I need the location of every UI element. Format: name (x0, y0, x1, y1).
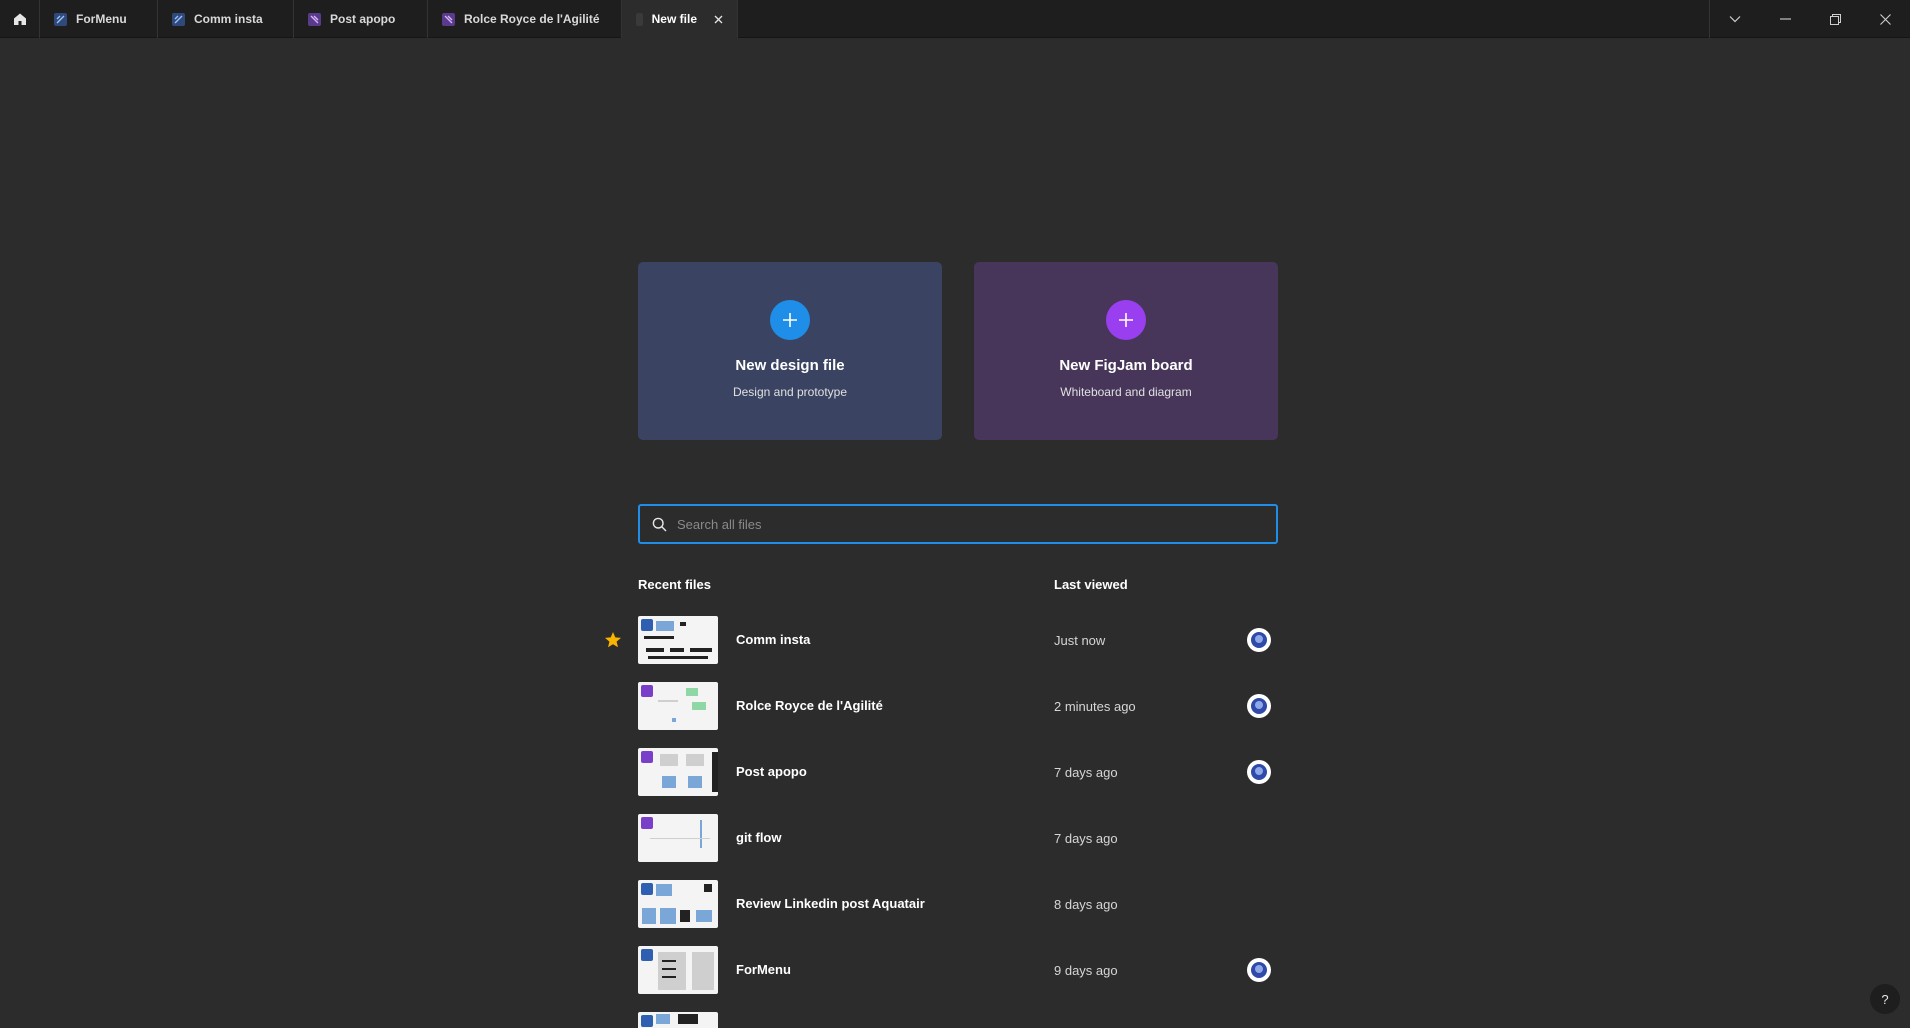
file-row-post-apopo[interactable]: Post apopo 7 days ago (604, 748, 1284, 814)
blank-file-icon (636, 12, 643, 26)
restore-icon (1829, 13, 1841, 25)
create-cards: New design file Design and prototype New… (638, 262, 1278, 440)
design-file-icon (54, 12, 67, 26)
figjam-file-icon (641, 685, 653, 697)
design-file-icon (641, 949, 653, 961)
file-last-viewed: 8 days ago (1054, 897, 1118, 912)
recent-files-header: Recent files Last viewed (638, 577, 1278, 593)
tab-bar-spacer (738, 0, 1709, 37)
file-name: ForMenu (736, 962, 791, 977)
design-file-icon (641, 883, 653, 895)
minimize-button[interactable] (1760, 0, 1810, 38)
tab-label: Rolce Royce de l'Agilité (464, 12, 600, 26)
design-file-icon (172, 12, 185, 26)
file-thumbnail (638, 880, 718, 928)
plus-icon (770, 300, 810, 340)
file-row-formenu[interactable]: ForMenu 9 days ago (604, 946, 1284, 1012)
recent-files-heading: Recent files (638, 577, 711, 592)
file-name: Post apopo (736, 764, 807, 779)
window-close-button[interactable] (1860, 0, 1910, 38)
new-figjam-board-card[interactable]: New FigJam board Whiteboard and diagram (974, 262, 1278, 440)
tab-label: New file (651, 12, 697, 26)
search-input[interactable] (677, 506, 1276, 542)
close-icon (1879, 13, 1891, 25)
tab-label: Post apopo (330, 12, 396, 26)
user-avatar-icon (1251, 698, 1267, 714)
file-row-partial[interactable] (604, 1012, 1284, 1028)
file-thumbnail (638, 946, 718, 994)
file-name: Review Linkedin post Aquatair (736, 896, 925, 911)
file-row-git-flow[interactable]: git flow 7 days ago (604, 814, 1284, 880)
recent-files-list: Comm insta Just now Rolce Royce de l'Agi… (604, 616, 1284, 1028)
figjam-file-icon (641, 817, 653, 829)
card-subtitle: Design and prototype (732, 385, 848, 399)
file-name: Rolce Royce de l'Agilité (736, 698, 883, 713)
card-title: New design file (735, 357, 845, 374)
user-avatar-icon (1251, 764, 1267, 780)
avatar (1247, 760, 1271, 784)
tab-new-file[interactable]: New file (622, 0, 738, 38)
tabs-dropdown-button[interactable] (1710, 0, 1760, 38)
file-last-viewed: 9 days ago (1054, 963, 1118, 978)
help-icon: ? (1881, 991, 1889, 1007)
plus-icon (1106, 300, 1146, 340)
file-last-viewed: 7 days ago (1054, 765, 1118, 780)
design-file-icon (641, 1015, 653, 1027)
file-thumbnail (638, 814, 718, 862)
tab-close-button[interactable] (714, 12, 723, 26)
tab-comm-insta[interactable]: Comm insta (158, 0, 294, 38)
help-button[interactable]: ? (1870, 984, 1900, 1014)
home-button[interactable] (0, 0, 40, 38)
file-thumbnail (638, 682, 718, 730)
file-name: git flow (736, 830, 782, 845)
tab-formenu[interactable]: ForMenu (40, 0, 158, 38)
file-last-viewed: 7 days ago (1054, 831, 1118, 846)
avatar (1247, 628, 1271, 652)
file-thumbnail (638, 616, 718, 664)
user-avatar-icon (1251, 632, 1267, 648)
file-last-viewed: Just now (1054, 633, 1106, 648)
star-icon[interactable] (604, 631, 622, 649)
figjam-file-icon (641, 751, 653, 763)
file-thumbnail (638, 1012, 718, 1028)
avatar (1247, 694, 1271, 718)
avatar (1247, 958, 1271, 982)
user-avatar-icon (1251, 962, 1267, 978)
card-title: New FigJam board (1059, 357, 1193, 374)
window-controls (1709, 0, 1910, 38)
search-icon (652, 517, 667, 531)
file-row-rolce-royce[interactable]: Rolce Royce de l'Agilité 2 minutes ago (604, 682, 1284, 748)
chevron-down-icon (1729, 16, 1741, 23)
tab-label: ForMenu (76, 12, 127, 26)
file-row-comm-insta[interactable]: Comm insta Just now (604, 616, 1284, 682)
file-name: Comm insta (736, 632, 811, 647)
card-subtitle: Whiteboard and diagram (1060, 385, 1192, 399)
file-row-review-linkedin[interactable]: Review Linkedin post Aquatair 8 days ago (604, 880, 1284, 946)
new-design-file-card[interactable]: New design file Design and prototype (638, 262, 942, 440)
file-last-viewed: 2 minutes ago (1054, 699, 1136, 714)
tab-rolce-royce[interactable]: Rolce Royce de l'Agilité (428, 0, 622, 38)
figjam-file-icon (442, 12, 455, 26)
tab-post-apopo[interactable]: Post apopo (294, 0, 428, 38)
search-bar (638, 504, 1278, 544)
figjam-file-icon (308, 12, 321, 26)
design-file-icon (641, 619, 653, 631)
restore-button[interactable] (1810, 0, 1860, 38)
home-icon (13, 13, 26, 25)
tab-bar: ForMenu Comm insta Post apopo Rolce Royc… (0, 0, 1910, 38)
last-viewed-heading: Last viewed (1054, 577, 1128, 592)
tab-label: Comm insta (194, 12, 263, 26)
file-thumbnail (638, 748, 718, 796)
close-icon (714, 15, 723, 23)
minimize-icon (1779, 18, 1791, 20)
